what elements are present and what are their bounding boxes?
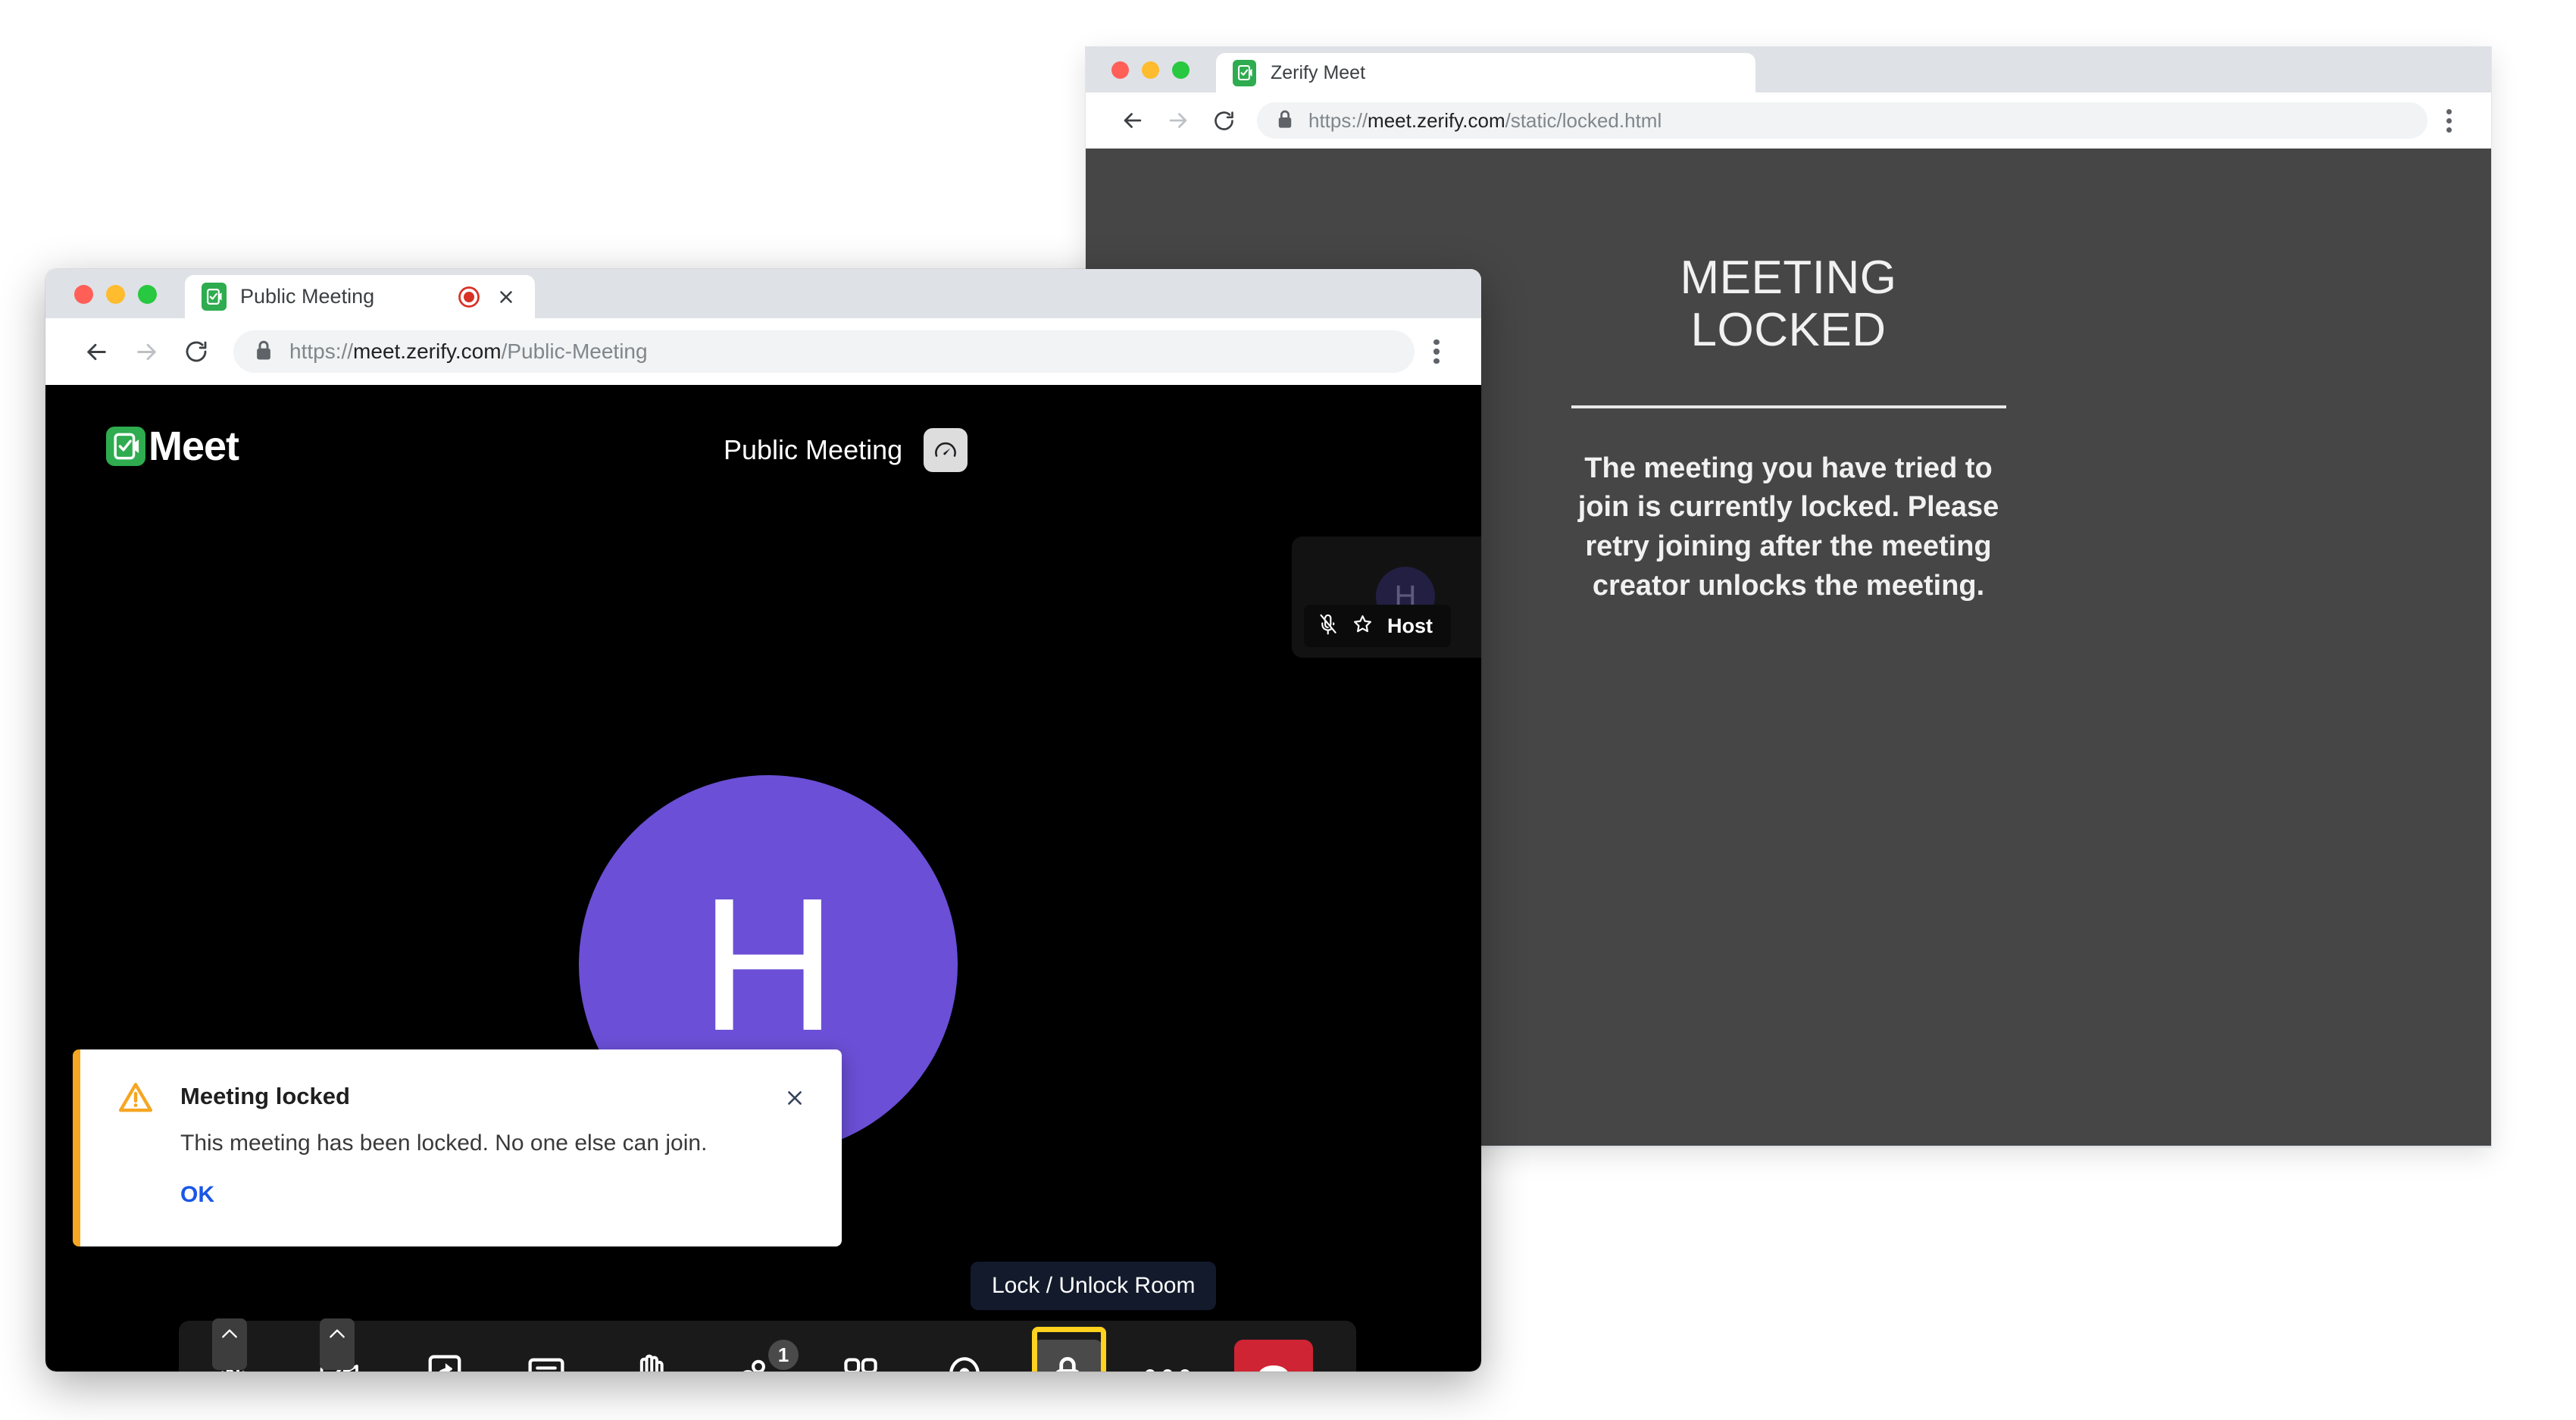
front-url-host: meet.zerify.com — [353, 339, 502, 363]
meeting-title-row: Public Meeting — [724, 428, 968, 472]
tile-view-button[interactable] — [809, 1340, 912, 1372]
meeting-name: Public Meeting — [724, 434, 903, 465]
phone-hangup-icon — [1234, 1340, 1313, 1372]
back-arrow-icon[interactable] — [71, 327, 121, 377]
share-screen-button[interactable] — [394, 1340, 496, 1372]
toast-body: This meeting has been locked. No one els… — [180, 1131, 708, 1156]
raise-hand-button[interactable] — [597, 1340, 703, 1372]
kebab-menu-icon[interactable] — [2428, 99, 2470, 142]
meeting-browser-window[interactable]: Public Meeting https://meet.zerify.com/P… — [45, 269, 1481, 1372]
open-chat-button[interactable] — [496, 1340, 597, 1372]
back-address-bar[interactable]: https://meet.zerify.com/static/locked.ht… — [1257, 102, 2428, 139]
gauge-icon[interactable] — [924, 428, 968, 472]
kebab-menu-icon[interactable] — [1415, 330, 1458, 374]
minimize-window-button[interactable] — [106, 285, 125, 304]
close-window-button[interactable] — [1111, 61, 1129, 79]
meeting-stage: Meet Public Meeting H Host H Meeting loc… — [45, 385, 1481, 1372]
warning-triangle-icon — [118, 1081, 153, 1116]
meet-checkmark-icon — [1233, 59, 1256, 86]
front-browser-toolbar: https://meet.zerify.com/Public-Meeting — [45, 318, 1481, 385]
meeting-toolbar: 1 — [179, 1318, 1356, 1372]
grid-view-icon — [826, 1340, 896, 1372]
meet-checkmark-icon — [106, 427, 145, 466]
back-url-path: /static/locked.html — [1505, 108, 1662, 132]
toast-title: Meeting locked — [180, 1083, 350, 1109]
back-url-scheme: https:// — [1308, 108, 1368, 132]
record-circle-icon — [930, 1340, 999, 1372]
locked-divider — [1571, 405, 2006, 408]
back-url-host: meet.zerify.com — [1368, 108, 1505, 132]
back-url-text: https://meet.zerify.com/static/locked.ht… — [1308, 109, 1662, 133]
record-button[interactable] — [912, 1340, 1017, 1372]
front-url-text: https://meet.zerify.com/Public-Meeting — [289, 339, 648, 364]
lock-icon — [1277, 109, 1293, 133]
participants-count-badge: 1 — [768, 1340, 799, 1370]
back-tab-title: Zerify Meet — [1271, 61, 1366, 83]
stage-avatar-initial: H — [699, 859, 837, 1070]
participants-button[interactable]: 1 — [703, 1340, 809, 1372]
maximize-window-button[interactable] — [1172, 61, 1190, 79]
front-browser-tab[interactable]: Public Meeting — [185, 275, 535, 318]
back-window-traffic-lights[interactable] — [1111, 61, 1190, 79]
screen-share-icon — [410, 1340, 480, 1372]
microphone-options-chevron-up-icon[interactable] — [212, 1318, 247, 1370]
mic-off-icon — [1318, 612, 1338, 640]
toast-close-icon[interactable] — [781, 1084, 808, 1112]
meet-checkmark-icon — [202, 283, 227, 311]
hangup-button[interactable] — [1217, 1340, 1330, 1372]
toast-row: Meeting locked This meeting has been loc… — [80, 1049, 842, 1208]
maximize-window-button[interactable] — [138, 285, 157, 304]
toast-ok-button[interactable]: OK — [180, 1182, 214, 1208]
stop-camera-button[interactable] — [286, 1318, 394, 1372]
reload-icon[interactable] — [171, 327, 221, 377]
toast-texts: Meeting locked This meeting has been loc… — [153, 1084, 808, 1208]
front-address-bar[interactable]: https://meet.zerify.com/Public-Meeting — [233, 330, 1415, 373]
back-browser-tab[interactable]: Zerify Meet — [1216, 53, 1755, 92]
raised-hand-icon — [615, 1340, 685, 1372]
record-dot-icon[interactable] — [458, 286, 480, 308]
back-arrow-icon[interactable] — [1110, 98, 1155, 143]
locked-title-line2: LOCKED — [1690, 303, 1887, 356]
lock-icon — [255, 339, 273, 364]
lock-closed-icon — [1033, 1340, 1102, 1372]
close-tab-icon[interactable] — [494, 285, 518, 309]
front-url-path: /Public-Meeting — [501, 339, 648, 363]
more-options-button[interactable] — [1118, 1340, 1217, 1372]
front-window-traffic-lights[interactable] — [74, 285, 157, 304]
forward-arrow-icon — [1155, 98, 1201, 143]
tile-participant-label: Host — [1387, 614, 1433, 637]
front-tab-title: Public Meeting — [240, 285, 375, 308]
minimize-window-button[interactable] — [1142, 61, 1159, 79]
tooltip-text: Lock / Unlock Room — [992, 1273, 1196, 1298]
front-tab-strip: Public Meeting — [45, 269, 1481, 318]
meet-logo[interactable]: Meet — [106, 423, 239, 470]
participant-tile-host[interactable]: H Host — [1292, 536, 1481, 658]
front-url-scheme: https:// — [289, 339, 354, 363]
chat-bubble-icon — [511, 1340, 581, 1372]
meeting-header: Meet Public Meeting — [45, 385, 1481, 514]
back-browser-toolbar: https://meet.zerify.com/static/locked.ht… — [1086, 92, 2491, 149]
tile-status-bar: Host — [1304, 605, 1451, 647]
star-icon[interactable] — [1352, 613, 1374, 639]
locked-title-line1: MEETING — [1680, 252, 1897, 304]
forward-arrow-icon — [121, 327, 171, 377]
meeting-locked-toast[interactable]: Meeting locked This meeting has been loc… — [73, 1049, 842, 1246]
lock-room-tooltip: Lock / Unlock Room — [971, 1262, 1217, 1310]
meet-logo-text: Meet — [148, 424, 239, 469]
ellipsis-icon — [1133, 1340, 1202, 1372]
close-window-button[interactable] — [74, 285, 93, 304]
locked-page-message: The meeting you have tried to join is cu… — [1577, 452, 1999, 602]
camera-options-chevron-up-icon[interactable] — [320, 1318, 355, 1370]
mute-microphone-button[interactable] — [179, 1318, 286, 1372]
reload-icon[interactable] — [1201, 98, 1246, 143]
lock-room-button[interactable] — [1017, 1340, 1118, 1372]
back-tab-strip: Zerify Meet — [1086, 47, 2491, 92]
